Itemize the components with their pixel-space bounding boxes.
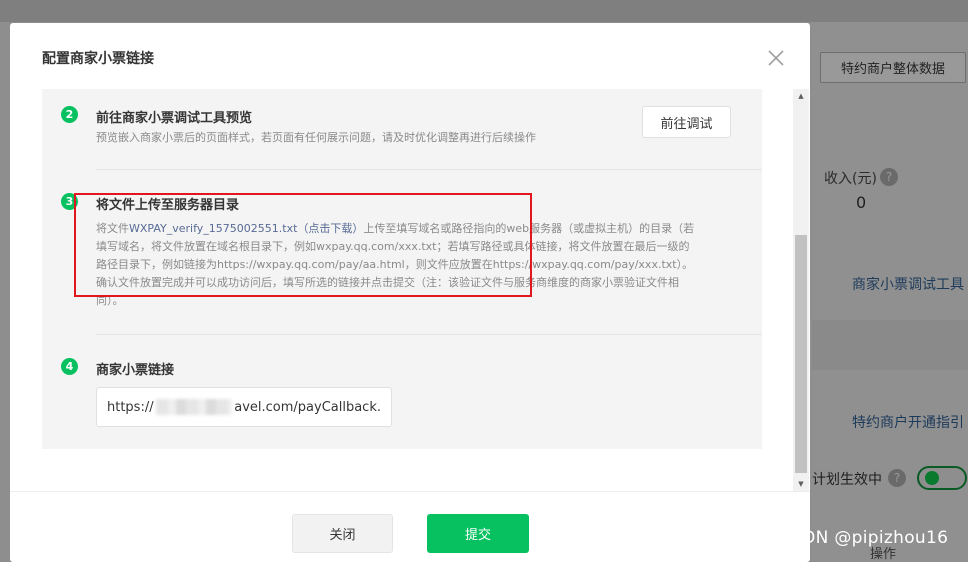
- vertical-scrollbar[interactable]: ▲ ▼: [793, 89, 809, 491]
- help-icon[interactable]: ?: [888, 469, 906, 487]
- step-title: 前往商家小票调试工具预览: [96, 111, 253, 126]
- plan-toggle[interactable]: [917, 466, 967, 490]
- onboarding-guide-link[interactable]: 特约商户开通指引: [852, 412, 964, 432]
- watermark: CSDN @pipizhou16: [779, 528, 949, 548]
- income-label: 收入(元): [824, 171, 877, 187]
- url-suffix: avel.com/payCallback.: [234, 399, 381, 415]
- plan-status-label: 计划生效中: [812, 472, 882, 488]
- red-highlight-box: [74, 193, 532, 297]
- receipt-link-input[interactable]: https:// avel.com/payCallback.: [96, 387, 392, 427]
- url-prefix: https://: [107, 399, 154, 415]
- step-number: 2: [61, 106, 78, 123]
- background-topbar: [0, 0, 968, 22]
- scrollbar-thumb[interactable]: [795, 235, 807, 473]
- goto-debug-button[interactable]: 前往调试: [642, 106, 731, 138]
- toggle-knob: [925, 471, 939, 485]
- step-description: 预览嵌入商家小票后的页面样式，若页面有任何展示问题，请及时优化调整再进行后续操作: [96, 131, 536, 144]
- submit-button[interactable]: 提交: [427, 514, 529, 553]
- scroll-up-arrow-icon[interactable]: ▲: [793, 89, 809, 103]
- receipt-tool-link[interactable]: 商家小票调试工具: [852, 274, 964, 294]
- step-title: 商家小票链接: [96, 363, 175, 378]
- close-icon[interactable]: [766, 48, 786, 68]
- scroll-down-arrow-icon[interactable]: ▼: [793, 477, 809, 491]
- background-row: [812, 320, 968, 370]
- dialog-title: 配置商家小票链接: [42, 51, 154, 67]
- blurred-domain: [155, 399, 233, 415]
- step-preview: 2 前往商家小票调试工具预览 预览嵌入商家小票后的页面样式，若页面有任何展示问题…: [42, 89, 762, 170]
- step-number: 4: [61, 358, 78, 375]
- footer-divider: [10, 491, 810, 492]
- help-icon[interactable]: ?: [880, 168, 898, 186]
- income-value: 0: [856, 193, 867, 212]
- close-button[interactable]: 关闭: [292, 514, 393, 553]
- merchant-data-button[interactable]: 特约商户整体数据: [820, 52, 966, 83]
